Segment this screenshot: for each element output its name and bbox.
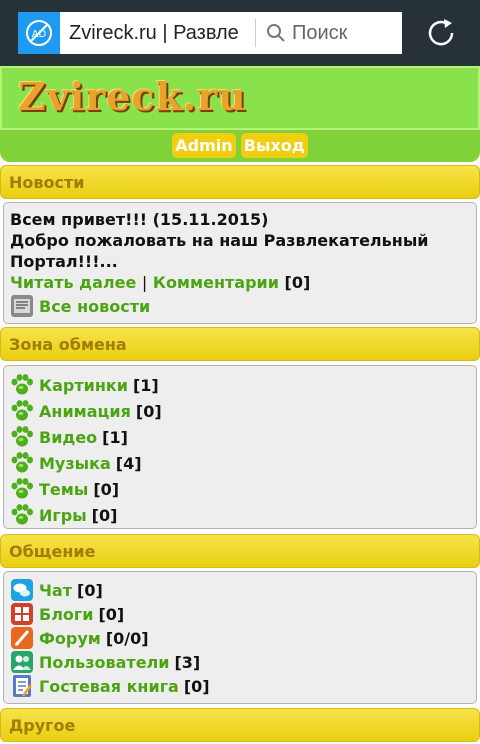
news-welcome: Добро пожаловать на наш Развлекательный … [10, 231, 429, 271]
social-section-header: Общение [0, 534, 480, 568]
blog-icon [11, 603, 33, 625]
link-exchange-1[interactable]: Анимация [39, 402, 131, 421]
count-social-2: [0/0] [105, 628, 149, 648]
url-text[interactable]: Zvireck.ru | Развле [60, 22, 252, 45]
logout-button[interactable]: Выход [240, 133, 308, 158]
link-exchange-2[interactable]: Видео [39, 428, 97, 447]
count-exchange-1: [0] [135, 401, 162, 421]
list-item-social-2: Форум [0/0] [10, 626, 470, 650]
social-box: Чат [0] Блоги [0] Форум [0/0] Пользователи [3] Г… [3, 571, 477, 704]
other-section-header: Другое [0, 708, 480, 742]
newspaper-icon [11, 295, 33, 317]
site-header: Zvireck.ru [0, 66, 480, 130]
count-social-4: [0] [183, 676, 210, 696]
count-exchange-0: [1] [132, 375, 159, 395]
count-social-1: [0] [98, 604, 125, 624]
link-social-4[interactable]: Гостевая книга [39, 677, 179, 696]
site-logo[interactable]: Zvireck.ru [18, 74, 247, 119]
count-social-3: [3] [174, 652, 201, 672]
link-social-3[interactable]: Пользователи [39, 653, 169, 672]
list-item-exchange-0: Картинки [1] [10, 372, 470, 398]
count-exchange-4: [0] [93, 479, 120, 499]
link-exchange-0[interactable]: Картинки [39, 376, 128, 395]
guestbook-icon [13, 675, 33, 697]
list-item-exchange-5: Игры [0] [10, 502, 470, 528]
search-icon [267, 24, 285, 42]
paw-icon [11, 478, 33, 499]
address-bar[interactable]: AD Zvireck.ru | Развле Поиск [18, 12, 402, 54]
comments-count: [0] [284, 273, 311, 292]
all-news-row: Все новости [10, 294, 470, 318]
adblock-icon[interactable]: AD [18, 12, 60, 54]
search-field[interactable]: Поиск [256, 22, 347, 45]
exchange-section-header: Зона обмена [0, 327, 480, 361]
list-item-social-0: Чат [0] [10, 578, 470, 602]
news-box: Всем привет!!! (15.11.2015) Добро пожало… [3, 202, 477, 324]
list-item-social-1: Блоги [0] [10, 602, 470, 626]
count-exchange-5: [0] [91, 505, 118, 525]
count-exchange-3: [4] [115, 453, 142, 473]
link-exchange-5[interactable]: Игры [39, 506, 87, 525]
list-item-social-4: Гостевая книга [0] [10, 674, 470, 698]
paw-icon [11, 400, 33, 421]
reload-icon[interactable] [424, 16, 458, 50]
paw-icon [11, 504, 33, 525]
paw-icon [11, 452, 33, 473]
link-social-1[interactable]: Блоги [39, 605, 93, 624]
users-icon [11, 651, 33, 673]
list-item-exchange-3: Музыка [4] [10, 450, 470, 476]
user-bar: Admin Выход [0, 130, 480, 162]
link-social-2[interactable]: Форум [39, 629, 101, 648]
news-greeting: Всем привет!!! (15.11.2015) [10, 210, 269, 229]
all-news-link[interactable]: Все новости [39, 297, 150, 316]
chat-icon [11, 579, 33, 601]
count-social-0: [0] [77, 580, 103, 600]
list-item-exchange-4: Темы [0] [10, 476, 470, 502]
count-exchange-2: [1] [102, 427, 128, 447]
forum-icon [11, 627, 33, 649]
list-item-exchange-1: Анимация [0] [10, 398, 470, 424]
exchange-box: Картинки [1] Анимация [0] Видео [1] Музыка [4] Т… [3, 365, 477, 529]
svg-text:AD: AD [32, 29, 47, 40]
list-item-exchange-2: Видео [1] [10, 424, 470, 450]
news-links: Читать далее | Комментарии [0] [10, 272, 470, 293]
paw-icon [11, 426, 33, 447]
paw-icon [11, 374, 33, 395]
link-exchange-4[interactable]: Темы [39, 480, 88, 499]
link-exchange-3[interactable]: Музыка [39, 454, 111, 473]
list-item-social-3: Пользователи [3] [10, 650, 470, 674]
link-social-0[interactable]: Чат [39, 581, 72, 600]
read-more-link[interactable]: Читать далее [10, 273, 136, 292]
news-section-header: Новости [0, 165, 480, 199]
links-separator: | [141, 273, 148, 292]
comments-link[interactable]: Комментарии [153, 273, 279, 292]
search-label: Поиск [292, 21, 348, 44]
browser-toolbar: AD Zvireck.ru | Развле Поиск [0, 0, 480, 66]
admin-button[interactable]: Admin [172, 133, 236, 158]
